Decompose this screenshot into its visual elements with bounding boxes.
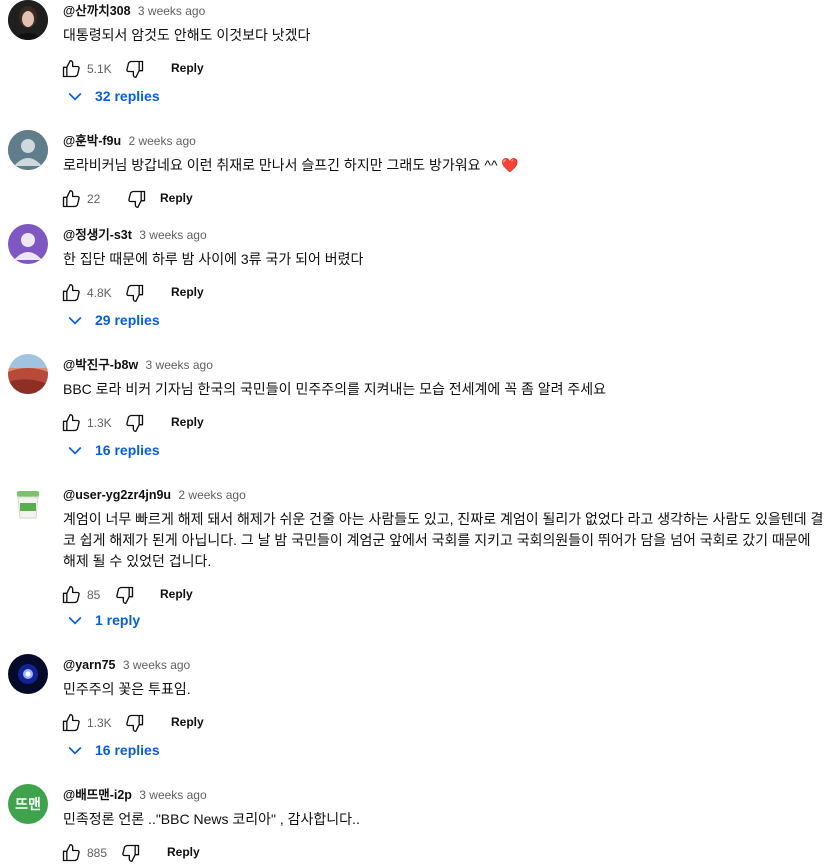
comment-time[interactable]: 2 weeks ago: [178, 488, 245, 502]
like-count: 85: [87, 588, 101, 602]
thumbs-down-icon: [126, 414, 144, 432]
thumbs-down-icon: [122, 844, 140, 862]
chevron-down-icon: [68, 746, 82, 755]
like-button[interactable]: [59, 281, 83, 305]
dislike-button[interactable]: [123, 57, 147, 81]
reply-button[interactable]: Reply: [160, 587, 193, 601]
avatar[interactable]: 뜨맨: [8, 784, 48, 824]
dislike-button[interactable]: [123, 411, 147, 435]
thumbs-up-icon: [62, 586, 80, 604]
view-replies-button[interactable]: 29 replies: [63, 308, 160, 332]
chevron-down-icon: [68, 616, 82, 625]
comment-author[interactable]: @훈박-f9u: [63, 134, 121, 148]
reply-button[interactable]: Reply: [171, 715, 204, 729]
like-count: 1.3K: [87, 716, 112, 730]
dislike-button[interactable]: [125, 187, 149, 211]
comment-text: 한 집단 때문에 하루 밤 사이에 3류 국가 되어 버렸다: [63, 251, 364, 267]
reply-button[interactable]: Reply: [171, 415, 204, 429]
reply-button[interactable]: Reply: [167, 845, 200, 859]
replies-count-label: 16 replies: [95, 742, 160, 758]
thumbs-down-icon: [126, 284, 144, 302]
avatar[interactable]: [8, 654, 48, 694]
avatar[interactable]: [8, 130, 48, 170]
replies-count-label: 29 replies: [95, 312, 160, 328]
like-count: 1.3K: [87, 416, 112, 430]
like-button[interactable]: [59, 187, 83, 211]
comment-text: 계엄이 너무 빠르게 해제 돼서 해제가 쉬운 건줄 아는 사람들도 있고, 진…: [63, 511, 824, 569]
avatar[interactable]: [8, 0, 48, 40]
avatar[interactable]: [8, 224, 48, 264]
comment-author[interactable]: @user-yg2zr4jn9u: [63, 488, 171, 502]
avatar[interactable]: [8, 354, 48, 394]
yogurt-cup-icon: [8, 484, 48, 524]
like-count: 4.8K: [87, 286, 112, 300]
comment-author[interactable]: @산까치308: [63, 4, 131, 18]
dislike-button[interactable]: [123, 281, 147, 305]
like-button[interactable]: [59, 411, 83, 435]
landscape-photo-icon: [8, 354, 48, 394]
comment-author[interactable]: @정생기-s3t: [63, 228, 132, 242]
reply-button[interactable]: Reply: [160, 191, 193, 205]
chevron-down-icon: [68, 316, 82, 325]
replies-count-label: 16 replies: [95, 442, 160, 458]
thumbs-up-icon: [62, 714, 80, 732]
view-replies-button[interactable]: 32 replies: [63, 84, 160, 108]
comment-time[interactable]: 3 weeks ago: [138, 4, 205, 18]
thumbs-down-icon: [126, 714, 144, 732]
comment-text: 민주주의 꽃은 투표임.: [63, 681, 191, 697]
dislike-button[interactable]: [123, 711, 147, 735]
view-replies-button[interactable]: 1 reply: [63, 608, 140, 632]
like-count: 885: [87, 846, 108, 860]
like-button[interactable]: [59, 711, 83, 735]
comment-author[interactable]: @배뜨맨-i2p: [63, 788, 132, 802]
replies-count-label: 1 reply: [95, 612, 141, 628]
view-replies-button[interactable]: 16 replies: [63, 738, 160, 762]
view-replies-button[interactable]: 16 replies: [63, 438, 160, 462]
reply-button[interactable]: Reply: [171, 61, 204, 75]
comment-time[interactable]: 3 weeks ago: [146, 358, 213, 372]
replies-count-label: 32 replies: [95, 88, 160, 104]
reply-button[interactable]: Reply: [171, 285, 204, 299]
thumbs-up-icon: [62, 284, 80, 302]
blue-star-icon: [8, 654, 48, 694]
like-count: 5.1K: [87, 62, 112, 76]
thumbs-down-icon: [128, 190, 146, 208]
comment-text: 대통령되서 암것도 안해도 이것보다 낫겠다: [63, 27, 311, 43]
default-avatar-icon: [8, 130, 48, 170]
avatar-initials: 뜨맨: [15, 796, 41, 812]
like-button[interactable]: [59, 841, 83, 865]
default-avatar-icon: [8, 224, 48, 264]
thumbs-up-icon: [62, 60, 80, 78]
avatar[interactable]: [8, 484, 48, 524]
user-photo-icon: [8, 0, 48, 40]
chevron-down-icon: [68, 446, 82, 455]
thumbs-down-icon: [116, 586, 134, 604]
like-button[interactable]: [59, 57, 83, 81]
comment-text: BBC 로라 비커 기자님 한국의 국민들이 민주주의를 지켜내는 모습 전세계…: [63, 381, 607, 397]
comment-time[interactable]: 3 weeks ago: [139, 228, 206, 242]
comment-author[interactable]: @박진구-b8w: [63, 358, 138, 372]
comment-time[interactable]: 2 weeks ago: [128, 134, 195, 148]
like-button[interactable]: [59, 583, 83, 607]
comment-author[interactable]: @yarn75: [63, 658, 116, 672]
thumbs-up-icon: [62, 844, 80, 862]
thumbs-down-icon: [126, 60, 144, 78]
dislike-button[interactable]: [113, 583, 137, 607]
comment-time[interactable]: 3 weeks ago: [123, 658, 190, 672]
comment-time[interactable]: 3 weeks ago: [139, 788, 206, 802]
dislike-button[interactable]: [119, 841, 143, 865]
chevron-down-icon: [68, 92, 82, 101]
like-count: 22: [87, 192, 101, 206]
thumbs-up-icon: [62, 190, 80, 208]
comment-text: 민족정론 언론 .."BBC News 코리아" , 감사합니다..: [63, 811, 360, 827]
thumbs-up-icon: [62, 414, 80, 432]
comment-text: 로라비커님 방갑네요 이런 취재로 만나서 슬프긴 하지만 그래도 방가워요 ^…: [63, 157, 519, 173]
